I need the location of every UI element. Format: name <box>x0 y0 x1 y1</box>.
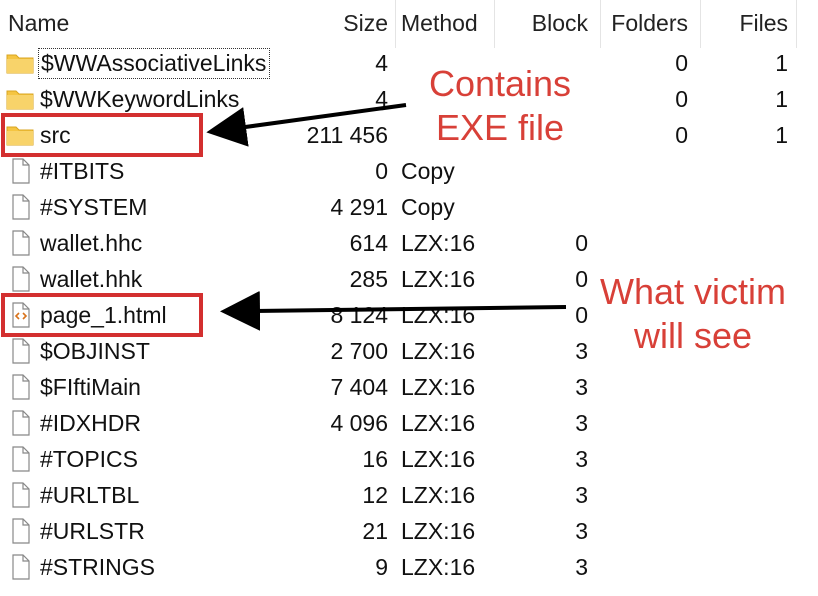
arrow-to-page-html <box>220 290 567 331</box>
annotation-contains-exe: Contains EXE file <box>412 62 588 150</box>
annotation-what-victim-sees: What victim will see <box>586 270 800 358</box>
annotation-contains-line1: Contains <box>428 63 572 104</box>
annotation-victim-line2: will see <box>633 315 753 356</box>
annotation-victim-line1: What victim <box>599 271 786 312</box>
annotation-contains-line2: EXE file <box>435 107 565 148</box>
arrow-to-src <box>206 103 407 147</box>
